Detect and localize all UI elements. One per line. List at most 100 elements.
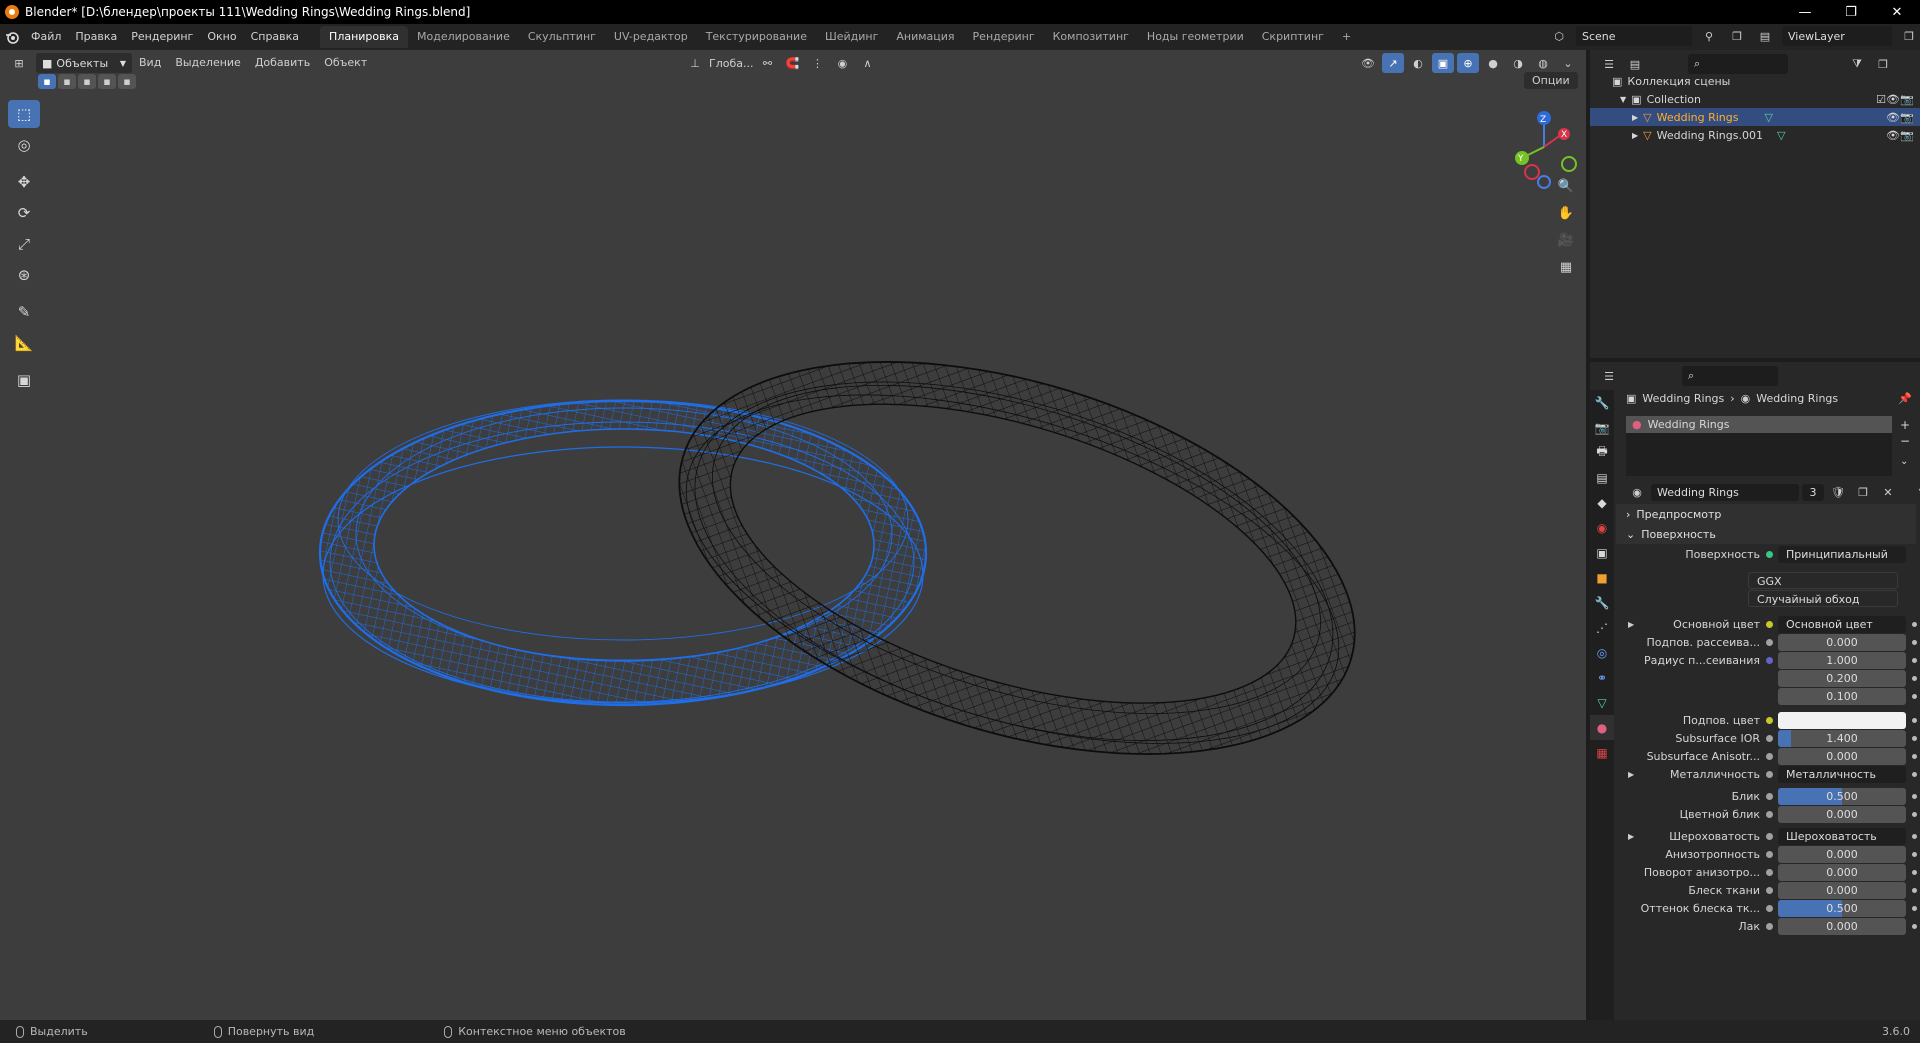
add-slot-button[interactable]: + xyxy=(1900,418,1910,432)
input-socket-icon[interactable] xyxy=(1766,811,1773,818)
checkbox-icon[interactable]: ☑ xyxy=(1876,93,1886,106)
outliner-object-row[interactable]: ▶ ▽ Wedding Rings ▽ 👁 📷 xyxy=(1590,108,1920,126)
camera-icon[interactable]: 📷 xyxy=(1900,93,1914,106)
tab-sculpting[interactable]: Скульптинг xyxy=(519,26,605,48)
users-count[interactable]: 3 xyxy=(1802,483,1824,501)
number-field[interactable]: 0.200 xyxy=(1778,670,1906,687)
input-socket-icon[interactable] xyxy=(1766,639,1773,646)
input-socket-icon[interactable] xyxy=(1766,735,1773,742)
display-mode-icon[interactable]: ▤ xyxy=(1624,54,1646,74)
menu-edit[interactable]: Правка xyxy=(68,24,124,50)
number-field[interactable]: 0.000 xyxy=(1778,918,1906,935)
number-field[interactable]: 1.000 xyxy=(1778,652,1906,669)
properties-search[interactable]: ⌕ xyxy=(1682,366,1778,386)
render-tab-icon[interactable]: 📷 xyxy=(1590,415,1614,440)
expand-icon[interactable]: ▶ xyxy=(1632,131,1638,140)
surface-shader-field[interactable]: Принципиальный BSDF xyxy=(1778,546,1906,563)
keyframe-dot-icon[interactable] xyxy=(1912,852,1917,857)
blender-menu-icon[interactable] xyxy=(0,30,24,44)
tab-uv-editing[interactable]: UV-редактор xyxy=(605,26,697,48)
new-scene-icon[interactable]: ❐ xyxy=(1726,26,1748,46)
scene-canvas[interactable] xyxy=(0,50,1586,1020)
3d-viewport[interactable]: ⊞ ■ Объекты ▼ Вид Выделение Добавить Объ… xyxy=(0,50,1586,1020)
shader-socket-icon[interactable] xyxy=(1766,551,1773,558)
linked-input-field[interactable]: Шероховатость xyxy=(1778,828,1906,845)
scene-tab-icon[interactable]: ◆ xyxy=(1590,490,1614,515)
camera-icon[interactable]: 📷 xyxy=(1900,111,1914,124)
scene-collection-row[interactable]: ▣ Коллекция сцены xyxy=(1590,72,1920,90)
distribution-dropdown[interactable]: GGX xyxy=(1748,572,1898,589)
input-socket-icon[interactable] xyxy=(1766,887,1773,894)
pin-icon[interactable]: ⚲ xyxy=(1698,26,1720,46)
collection-row[interactable]: ▼ ▣ Collection ☑ 👁 📷 xyxy=(1590,90,1920,108)
input-socket-icon[interactable] xyxy=(1766,753,1773,760)
new-view-layer-icon[interactable]: ❐ xyxy=(1898,26,1920,46)
view-layer-selector[interactable]: ViewLayer xyxy=(1782,26,1892,46)
menu-help[interactable]: Справка xyxy=(244,24,306,50)
keyframe-dot-icon[interactable] xyxy=(1912,658,1917,663)
number-field[interactable]: 0.500 xyxy=(1778,788,1906,805)
eye-icon[interactable]: 👁 xyxy=(1886,129,1900,142)
input-socket-icon[interactable] xyxy=(1766,833,1773,840)
keyframe-dot-icon[interactable] xyxy=(1912,772,1917,777)
number-field[interactable]: 0.500 xyxy=(1778,900,1906,917)
minimize-button[interactable]: — xyxy=(1782,0,1828,24)
keyframe-dot-icon[interactable] xyxy=(1912,694,1917,699)
keyframe-dot-icon[interactable] xyxy=(1912,640,1917,645)
pin-icon[interactable]: 📌 xyxy=(1898,392,1912,405)
number-field[interactable]: 0.000 xyxy=(1778,846,1906,863)
preview-section-header[interactable]: › Предпросмотр xyxy=(1616,504,1916,524)
material-tab-icon[interactable]: ● xyxy=(1590,715,1614,740)
input-socket-icon[interactable] xyxy=(1766,621,1773,628)
physics-tab-icon[interactable]: ◎ xyxy=(1590,640,1614,665)
particles-tab-icon[interactable]: ⋰ xyxy=(1590,615,1614,640)
keyframe-dot-icon[interactable] xyxy=(1912,888,1917,893)
input-socket-icon[interactable] xyxy=(1766,657,1773,664)
material-slot-row[interactable]: ● Wedding Rings xyxy=(1626,416,1892,433)
number-field[interactable]: 0.000 xyxy=(1778,882,1906,899)
close-button[interactable]: ✕ xyxy=(1874,0,1920,24)
keyframe-dot-icon[interactable] xyxy=(1912,906,1917,911)
expand-icon[interactable]: ▶ xyxy=(1632,113,1638,122)
keyframe-dot-icon[interactable] xyxy=(1912,870,1917,875)
tab-animation[interactable]: Анимация xyxy=(887,26,963,48)
slot-specials-icon[interactable]: ⌄ xyxy=(1900,456,1908,467)
zoom-icon[interactable]: 🔍 xyxy=(1554,174,1578,198)
input-socket-icon[interactable] xyxy=(1766,869,1773,876)
color-swatch[interactable] xyxy=(1778,712,1906,729)
keyframe-dot-icon[interactable] xyxy=(1912,676,1917,681)
subsurface-method-dropdown[interactable]: Случайный обход xyxy=(1748,590,1898,607)
tab-layout[interactable]: Планировка xyxy=(320,26,409,48)
input-socket-icon[interactable] xyxy=(1766,905,1773,912)
tab-geometry-nodes[interactable]: Ноды геометрии xyxy=(1138,26,1253,48)
number-field[interactable]: 0.000 xyxy=(1778,806,1906,823)
outliner-search[interactable]: ⌕ xyxy=(1688,54,1788,74)
outliner-object-row[interactable]: ▶ ▽ Wedding Rings.001 ▽ 👁 📷 xyxy=(1590,126,1920,144)
keyframe-dot-icon[interactable] xyxy=(1912,622,1917,627)
outliner-editor-icon[interactable]: ☰ xyxy=(1598,54,1620,74)
camera-view-icon[interactable]: 🎥 xyxy=(1554,228,1578,252)
input-socket-icon[interactable] xyxy=(1766,851,1773,858)
output-tab-icon[interactable]: 🖶 xyxy=(1590,440,1614,465)
properties-editor-icon[interactable]: ☰ xyxy=(1598,366,1620,386)
new-collection-icon[interactable]: ❐ xyxy=(1872,54,1894,74)
material-slot-list[interactable]: ● Wedding Rings xyxy=(1626,416,1892,476)
number-field[interactable]: 0.100 xyxy=(1778,688,1906,705)
scene-selector[interactable]: Scene xyxy=(1576,26,1692,46)
number-field[interactable]: 0.000 xyxy=(1778,634,1906,651)
number-field[interactable]: 0.000 xyxy=(1778,864,1906,881)
tab-compositing[interactable]: Композитинг xyxy=(1044,26,1138,48)
eye-icon[interactable]: 👁 xyxy=(1886,111,1900,124)
unlink-icon[interactable]: ✕ xyxy=(1877,484,1899,501)
number-field[interactable]: 1.400 xyxy=(1778,730,1906,747)
remove-slot-button[interactable]: − xyxy=(1900,434,1910,448)
menu-render[interactable]: Рендеринг xyxy=(124,24,200,50)
constraints-tab-icon[interactable]: ⚭ xyxy=(1590,665,1614,690)
panel-options-icon[interactable]: ⌄ xyxy=(1912,366,1920,386)
mesh-data-icon[interactable]: ▽ xyxy=(1764,111,1772,124)
collection-tab-icon[interactable]: ▣ xyxy=(1590,540,1614,565)
view-layer-icon[interactable]: ▤ xyxy=(1754,26,1776,46)
tool-tab-icon[interactable]: 🔧 xyxy=(1590,390,1614,415)
linked-input-field[interactable]: Металличность xyxy=(1778,766,1906,783)
modifier-tab-icon[interactable]: 🔧 xyxy=(1590,590,1614,615)
